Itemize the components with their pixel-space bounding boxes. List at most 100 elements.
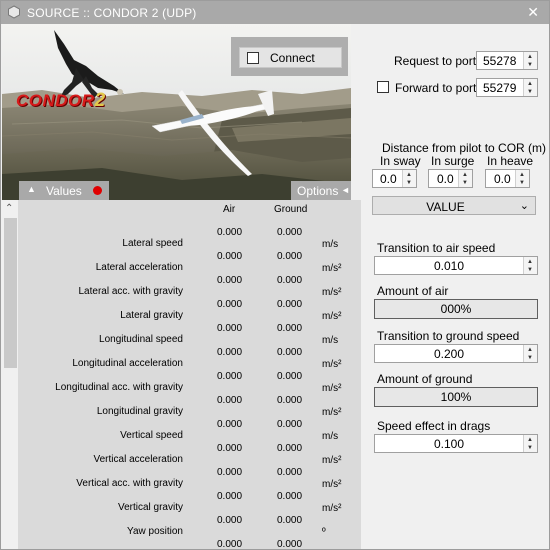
stepper-down-icon[interactable]: ▼ (527, 89, 533, 95)
column-header-ground: Ground (274, 204, 308, 215)
mode-select[interactable]: VALUE ⌄ (372, 196, 536, 215)
tab-options-label: Options (297, 184, 339, 198)
cor-sway-value[interactable]: 0.0 (380, 172, 397, 186)
cor-heave-stepper[interactable]: ▲ ▼ (515, 170, 529, 187)
request-port-value[interactable]: 55278 (483, 54, 516, 68)
value-row-air: 0.000 (217, 299, 243, 310)
value-row-label: Longitudinal acc. with gravity (55, 382, 183, 393)
air-speed-stepper[interactable]: ▲ ▼ (523, 257, 537, 274)
value-row-unit: m/s² (322, 263, 342, 274)
connect-panel: Connect (231, 37, 348, 76)
request-port-input[interactable]: 55278 ▲ ▼ (476, 51, 538, 70)
drag-effect-label: Speed effect in drags (377, 419, 491, 433)
stepper-up-icon[interactable]: ▲ (527, 347, 533, 353)
value-row-ground: 0.000 (277, 539, 303, 549)
value-row-air: 0.000 (217, 515, 243, 526)
value-row-unit: m/s² (322, 479, 342, 490)
stepper-up-icon[interactable]: ▲ (527, 259, 533, 265)
value-row-air: 0.000 (217, 467, 243, 478)
forward-port-checkbox[interactable] (377, 81, 389, 93)
tab-values-label: Values (46, 184, 82, 198)
cor-surge-value[interactable]: 0.0 (437, 172, 454, 186)
cor-surge-input[interactable]: 0.0 ▲ ▼ (428, 169, 473, 188)
value-row-label: Vertical acceleration (93, 454, 184, 465)
drag-effect-stepper[interactable]: ▲ ▼ (523, 435, 537, 452)
values-scrollbar[interactable]: ⌃ (2, 200, 19, 549)
air-speed-value[interactable]: 0.010 (375, 259, 523, 273)
value-row-label: Vertical acc. with gravity (76, 478, 183, 489)
value-row-air: 0.000 (217, 539, 243, 549)
value-row-air: 0.000 (217, 443, 243, 454)
cor-sway-stepper[interactable]: ▲ ▼ (402, 170, 416, 187)
stepper-up-icon[interactable]: ▲ (527, 54, 533, 60)
value-row-label: Yaw position (127, 526, 183, 537)
cor-heave-label: In heave (487, 154, 534, 168)
value-row-ground: 0.000 (277, 515, 303, 526)
value-row-ground: 0.000 (277, 347, 303, 358)
stepper-down-icon[interactable]: ▼ (406, 180, 412, 186)
cor-heave-value[interactable]: 0.0 (494, 172, 511, 186)
stepper-up-icon[interactable]: ▲ (527, 81, 533, 87)
stepper-down-icon[interactable]: ▼ (462, 180, 468, 186)
value-row-ground: 0.000 (277, 371, 303, 382)
stepper-down-icon[interactable]: ▼ (527, 62, 533, 68)
expand-left-icon[interactable]: ◄ (341, 185, 350, 195)
value-row-label: Lateral acc. with gravity (78, 286, 184, 297)
drag-effect-value[interactable]: 0.100 (375, 437, 523, 451)
value-row-unit: m/s² (322, 311, 342, 322)
air-speed-input[interactable]: 0.010 ▲ ▼ (374, 256, 538, 275)
value-row-unit: m/s² (322, 455, 342, 466)
value-row-ground: 0.000 (277, 251, 303, 262)
tab-options[interactable]: Options ◄ (291, 181, 351, 200)
value-row-ground: 0.000 (277, 299, 303, 310)
app-hexagon-icon (8, 5, 20, 19)
stepper-up-icon[interactable]: ▲ (519, 172, 525, 178)
stepper-up-icon[interactable]: ▲ (406, 172, 412, 178)
chevron-down-icon[interactable]: ⌄ (520, 199, 529, 212)
value-row-air: 0.000 (217, 323, 243, 334)
close-icon[interactable]: ✕ (527, 4, 539, 21)
drag-effect-input[interactable]: 0.100 ▲ ▼ (374, 434, 538, 453)
scrollbar-thumb[interactable] (4, 218, 17, 368)
values-panel: Air Ground 0.000 0.000 Lateral speed m/s 0… (19, 200, 361, 549)
value-row-label: Lateral gravity (120, 310, 183, 321)
scroll-up-icon[interactable]: ⌃ (5, 203, 13, 214)
request-port-label: Request to port (394, 54, 477, 68)
collapse-up-icon[interactable]: ▲ (27, 184, 36, 194)
ground-speed-input[interactable]: 0.200 ▲ ▼ (374, 344, 538, 363)
stepper-down-icon[interactable]: ▼ (519, 180, 525, 186)
value-row-label: Longitudinal acceleration (72, 358, 183, 369)
value-row-unit: m/s (322, 239, 339, 250)
stepper-down-icon[interactable]: ▼ (527, 445, 533, 451)
value-row-air: 0.000 (217, 491, 243, 502)
tab-values[interactable]: ▲ Values (19, 181, 109, 200)
stepper-up-icon[interactable]: ▲ (462, 172, 468, 178)
value-row-label: Vertical speed (120, 430, 183, 441)
request-port-stepper[interactable]: ▲ ▼ (523, 52, 537, 69)
value-row-air: 0.000 (217, 275, 243, 286)
stepper-down-icon[interactable]: ▼ (527, 267, 533, 273)
forward-port-stepper[interactable]: ▲ ▼ (523, 79, 537, 96)
stepper-down-icon[interactable]: ▼ (527, 355, 533, 361)
value-row-air: 0.000 (217, 251, 243, 262)
value-row-ground: 0.000 (277, 395, 303, 406)
top-air-value: 0.000 (217, 227, 243, 238)
stepper-up-icon[interactable]: ▲ (527, 437, 533, 443)
amount-air-label: Amount of air (377, 284, 449, 298)
forward-port-value[interactable]: 55279 (483, 81, 516, 95)
cor-surge-stepper[interactable]: ▲ ▼ (458, 170, 472, 187)
value-row-ground: 0.000 (277, 323, 303, 334)
value-row-label: Lateral speed (122, 238, 183, 249)
value-row-unit: m/s (322, 335, 339, 346)
cor-sway-input[interactable]: 0.0 ▲ ▼ (372, 169, 417, 188)
ground-speed-value[interactable]: 0.200 (375, 347, 523, 361)
status-indicator-icon (93, 186, 102, 195)
forward-port-input[interactable]: 55279 ▲ ▼ (476, 78, 538, 97)
cor-heave-input[interactable]: 0.0 ▲ ▼ (485, 169, 530, 188)
forward-port-label: Forward to port (395, 81, 477, 95)
ground-speed-stepper[interactable]: ▲ ▼ (523, 345, 537, 362)
connect-checkbox[interactable] (247, 52, 259, 64)
amount-ground-label: Amount of ground (377, 372, 473, 386)
connect-toggle[interactable]: Connect (239, 47, 342, 68)
value-row-label: Lateral acceleration (95, 262, 183, 273)
